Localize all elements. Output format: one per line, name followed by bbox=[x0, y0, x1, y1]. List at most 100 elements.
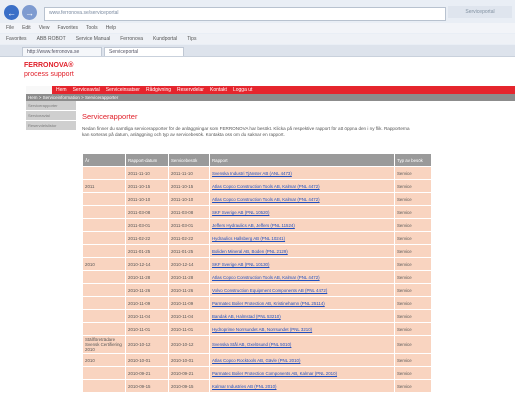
cell-report-link[interactable]: Parmatec Boiler Protection Components AB… bbox=[209, 366, 395, 380]
cell-report-link[interactable]: Parmatec Boiler Protection AB, Kristineh… bbox=[209, 296, 395, 310]
tab-serviceportal[interactable]: Serviceportal bbox=[104, 47, 184, 56]
menu-view[interactable]: View bbox=[39, 25, 50, 31]
cell-report-link[interactable]: Hydraulics Hallsberg AB (PNL 10241) bbox=[209, 231, 395, 245]
table-row: 2010-11-26 2010-11-26 Volvo Construction E… bbox=[82, 283, 432, 297]
cell-report-date: 2010-09-21 bbox=[125, 366, 169, 380]
cell-report-link[interactable]: Atlas Copco Rocktools AB, Gävle (PNL 201… bbox=[209, 353, 395, 367]
fav-item[interactable]: Tips bbox=[187, 36, 196, 42]
cell-year bbox=[82, 309, 126, 323]
cell-report-date: 2011-03-01 bbox=[125, 218, 169, 232]
favorites-bar: Favorites ABB ROBOT Service Manual Ferro… bbox=[0, 34, 515, 44]
table-row: 2011-01-25 2011-01-25 Boliden Mineral AB, … bbox=[82, 244, 432, 258]
cell-visit-date: 2011-10-15 bbox=[168, 179, 210, 193]
menu-favorites[interactable]: Favorites bbox=[57, 25, 78, 31]
cell-report-link[interactable]: Hydroprime Norrsundet AB, Norrsundet (PN… bbox=[209, 322, 395, 336]
cell-year: 2010 bbox=[82, 353, 126, 367]
col-header-year[interactable]: År bbox=[82, 153, 126, 167]
menu-file[interactable]: File bbox=[6, 25, 14, 31]
cell-report-link[interactable]: Atlas Copco Construction Tools AB, Kalma… bbox=[209, 179, 395, 193]
cell-year bbox=[82, 205, 126, 219]
cell-report-link[interactable]: Svenska Industri Tjänster AB (ANL 4473) bbox=[209, 166, 395, 180]
cell-report-date: 2010-10-01 bbox=[125, 353, 169, 367]
cell-visit-date: 2011-11-10 bbox=[168, 166, 210, 180]
cell-year bbox=[82, 379, 126, 393]
col-header-visit-date[interactable]: Servicebesök bbox=[168, 153, 210, 167]
cell-report-link[interactable]: Bandak AB, Halmstad (PNL 53210) bbox=[209, 309, 395, 323]
nav-item[interactable]: Reservdelar bbox=[177, 87, 204, 93]
cell-visit-type: Service bbox=[394, 270, 432, 284]
table-row: Ställföreträdare Svensk Certifiering 201… bbox=[82, 335, 432, 354]
cell-report-date: 2010-10-12 bbox=[125, 335, 169, 354]
cell-visit-date: 2010-09-15 bbox=[168, 379, 210, 393]
menu-edit[interactable]: Edit bbox=[22, 25, 31, 31]
sidebar-item-reports[interactable]: Servicerapporter bbox=[26, 101, 76, 110]
cell-report-link[interactable]: Atlas Copco Construction Tools AB, Kalma… bbox=[209, 270, 395, 284]
cell-visit-date: 2010-10-01 bbox=[168, 353, 210, 367]
col-header-visit-type[interactable]: Typ av besök bbox=[394, 153, 432, 167]
cell-report-date: 2011-11-10 bbox=[125, 166, 169, 180]
cell-visit-date: 2011-01-25 bbox=[168, 244, 210, 258]
fav-item[interactable]: Service Manual bbox=[76, 36, 110, 42]
table-row: 2011-02-22 2011-02-22 Hydraulics Hallsberg… bbox=[82, 231, 432, 245]
table-row: 2010-11-28 2010-11-28 Atlas Copco Construc… bbox=[82, 270, 432, 284]
main-nav: Hem Serviceavtal Serviceinsatser Rådgivn… bbox=[26, 86, 515, 94]
forward-arrow-icon[interactable]: → bbox=[22, 5, 37, 20]
cell-visit-date: 2010-11-01 bbox=[168, 322, 210, 336]
fav-item[interactable]: ABB ROBOT bbox=[37, 36, 66, 42]
cell-visit-date: 2010-11-04 bbox=[168, 309, 210, 323]
cell-report-link[interactable]: SKF Sverige AB (PNL 10130) bbox=[209, 257, 395, 271]
fav-item[interactable]: Ferronova bbox=[120, 36, 143, 42]
table-row: 2011-10-10 2011-10-10 Atlas Copco Construc… bbox=[82, 192, 432, 206]
cell-visit-type: Service bbox=[394, 205, 432, 219]
cell-report-date: 2010-12-14 bbox=[125, 257, 169, 271]
address-bar-url: www.ferronova.se/serviceportal bbox=[49, 10, 119, 16]
sidebar-item-parts[interactable]: Reservdelslistor bbox=[26, 121, 76, 130]
cell-visit-date: 2010-10-12 bbox=[168, 335, 210, 354]
cell-year bbox=[82, 231, 126, 245]
col-header-report[interactable]: Rapport bbox=[209, 153, 395, 167]
nav-item[interactable]: Rådgivning bbox=[146, 87, 171, 93]
cell-report-link[interactable]: SKF Sverige AB (PNL 10520) bbox=[209, 205, 395, 219]
cell-year: Ställföreträdare Svensk Certifiering 201… bbox=[82, 335, 126, 354]
nav-active-tab[interactable] bbox=[26, 86, 52, 94]
sidebar: Servicerapporter Serviceavtal Reservdels… bbox=[26, 101, 76, 131]
cell-year bbox=[82, 366, 126, 380]
table-row: 2010 2010-12-14 2010-12-14 SKF Sverige AB (… bbox=[82, 257, 432, 271]
nav-item[interactable]: Logga ut bbox=[233, 87, 252, 93]
cell-report-link[interactable]: Boliden Mineral AB, Boden (PNL 2129) bbox=[209, 244, 395, 258]
tab-home[interactable]: http://www.ferronova.se bbox=[22, 47, 102, 56]
cell-visit-date: 2010-12-14 bbox=[168, 257, 210, 271]
table-row: 2011-03-01 2011-03-01 Jeffers Hydraulics A… bbox=[82, 218, 432, 232]
cell-report-date: 2010-11-01 bbox=[125, 322, 169, 336]
cell-visit-date: 2010-11-28 bbox=[168, 270, 210, 284]
cell-report-link[interactable]: Atlas Copco Construction Tools AB, Kalma… bbox=[209, 192, 395, 206]
col-header-report-date[interactable]: Rapport-datum bbox=[125, 153, 169, 167]
fav-item[interactable]: Kundportal bbox=[153, 36, 177, 42]
nav-item[interactable]: Kontakt bbox=[210, 87, 227, 93]
cell-report-link[interactable]: Svenska Stål AB, Oxelösund (PNL 5010) bbox=[209, 335, 395, 354]
cell-visit-date: 2010-11-26 bbox=[168, 283, 210, 297]
nav-item[interactable]: Hem bbox=[56, 87, 67, 93]
cell-year bbox=[82, 270, 126, 284]
nav-item[interactable]: Serviceavtal bbox=[73, 87, 100, 93]
cell-report-date: 2010-09-15 bbox=[125, 379, 169, 393]
menu-help[interactable]: Help bbox=[106, 25, 116, 31]
fav-item[interactable]: Favorites bbox=[6, 36, 27, 42]
cell-visit-date: 2011-03-01 bbox=[168, 218, 210, 232]
intro-text: Nedan finner du samtliga servicerapporte… bbox=[82, 126, 410, 137]
menu-tools[interactable]: Tools bbox=[86, 25, 98, 31]
cell-visit-type: Service bbox=[394, 309, 432, 323]
sidebar-item-contracts[interactable]: Serviceavtal bbox=[26, 111, 76, 120]
back-arrow-icon[interactable]: ← bbox=[4, 5, 19, 20]
window-title: Serviceportal bbox=[448, 6, 512, 18]
nav-item[interactable]: Serviceinsatser bbox=[106, 87, 140, 93]
cell-report-date: 2011-10-15 bbox=[125, 179, 169, 193]
menu-bar: File Edit View Favorites Tools Help bbox=[0, 23, 515, 33]
cell-report-link[interactable]: Kalmar Industries AB (PNL 2010) bbox=[209, 379, 395, 393]
address-bar[interactable]: www.ferronova.se/serviceportal bbox=[44, 7, 446, 21]
cell-report-link[interactable]: Jeffers Hydraulics AB, Jeffers (PNL 1152… bbox=[209, 218, 395, 232]
cell-visit-type: Service bbox=[394, 192, 432, 206]
cell-report-link[interactable]: Volvo Construction Equipment Components … bbox=[209, 283, 395, 297]
cell-year bbox=[82, 283, 126, 297]
breadcrumb[interactable]: Hem > Serviceinformation > Servicerappor… bbox=[26, 94, 515, 101]
